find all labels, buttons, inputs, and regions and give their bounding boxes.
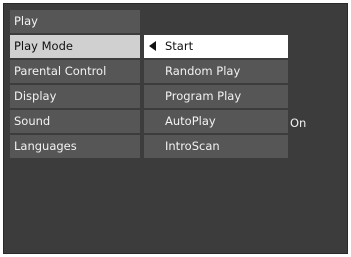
submenu-item-label: Random Play xyxy=(165,64,241,78)
left-arrow-icon xyxy=(149,41,156,51)
submenu-item-label: IntroScan xyxy=(165,139,220,153)
menu-item-sound[interactable]: Sound xyxy=(10,110,140,133)
menu-item-label: Languages xyxy=(14,139,77,153)
main-menu: Play Play Mode Parental Control Display … xyxy=(10,10,140,160)
submenu-item-program-play[interactable]: Program Play xyxy=(144,85,288,108)
menu-item-display[interactable]: Display xyxy=(10,85,140,108)
submenu-item-random-play[interactable]: Random Play xyxy=(144,60,288,83)
menu-item-parental-control[interactable]: Parental Control xyxy=(10,60,140,83)
menu-item-play[interactable]: Play xyxy=(10,10,140,33)
submenu-item-label: Start xyxy=(165,39,194,53)
menu-item-label: Play Mode xyxy=(14,39,73,53)
settings-screen: Play Play Mode Parental Control Display … xyxy=(3,3,348,254)
play-mode-submenu: Start Random Play Program Play AutoPlay … xyxy=(144,35,288,160)
menu-item-label: Display xyxy=(14,89,57,103)
submenu-item-label: AutoPlay xyxy=(165,114,216,128)
submenu-item-autoplay[interactable]: AutoPlay xyxy=(144,110,288,133)
menu-item-label: Play xyxy=(14,14,38,28)
autoplay-value: On xyxy=(290,116,307,130)
menu-item-languages[interactable]: Languages xyxy=(10,135,140,158)
submenu-item-start[interactable]: Start xyxy=(144,35,288,58)
menu-item-label: Parental Control xyxy=(14,64,107,78)
menu-item-label: Sound xyxy=(14,114,51,128)
menu-item-play-mode[interactable]: Play Mode xyxy=(10,35,140,58)
submenu-item-introscan[interactable]: IntroScan xyxy=(144,135,288,158)
submenu-item-label: Program Play xyxy=(165,89,242,103)
